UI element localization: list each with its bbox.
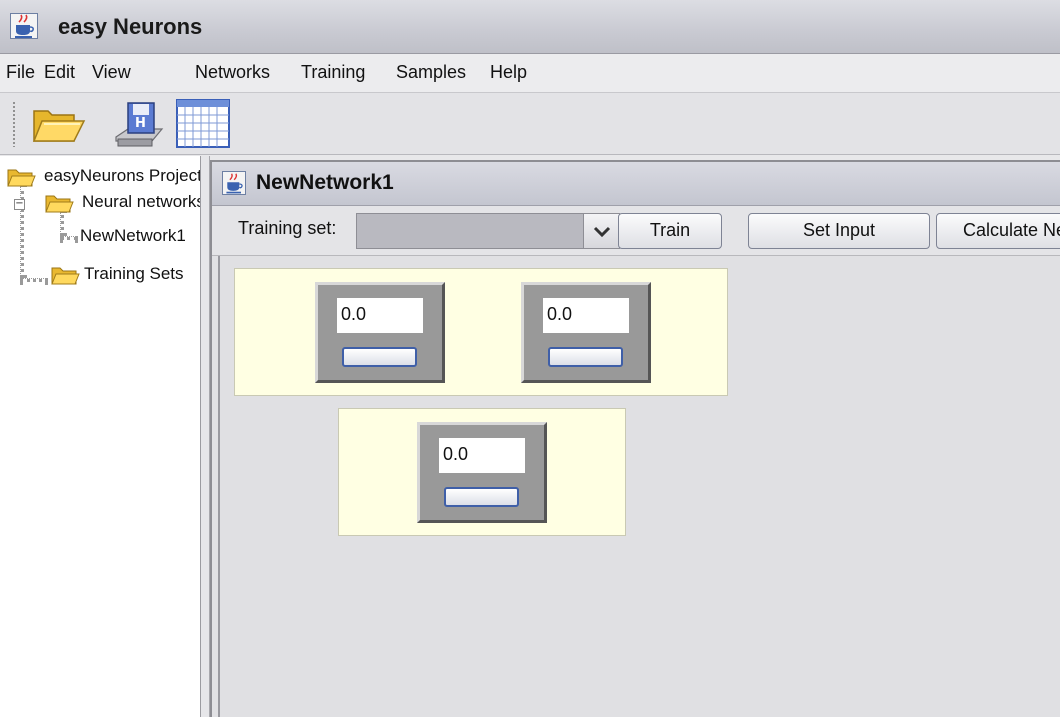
collapse-toggle-icon[interactable]: − [14, 199, 25, 210]
tree-item-label: NewNetwork1 [80, 226, 186, 245]
table-button[interactable] [174, 97, 234, 151]
network-window-title: NewNetwork1 [256, 171, 394, 194]
neuron[interactable]: 0.0 [417, 422, 547, 523]
output-layer[interactable]: 0.0 [338, 408, 626, 536]
project-tree[interactable]: easyNeurons Project − Neural networks Ne… [0, 156, 201, 717]
training-set-label: Training set: [238, 218, 337, 238]
menu-training[interactable]: Training [301, 62, 365, 83]
menu-edit[interactable]: Edit [44, 62, 75, 83]
train-button[interactable]: Train [618, 213, 722, 249]
calculate-network-button[interactable]: Calculate Network [936, 213, 1060, 249]
menu-networks[interactable]: Networks [195, 62, 270, 83]
network-window-title-bar[interactable]: NewNetwork1 [212, 162, 1060, 206]
network-window: NewNetwork1 Training set: Train Set Inpu… [210, 160, 1060, 717]
menu-samples[interactable]: Samples [396, 62, 466, 83]
toolbar-grip[interactable] [12, 101, 16, 147]
svg-text:H: H [135, 116, 146, 131]
neuron-value: 0.0 [439, 438, 525, 473]
neuron-activation-bar [548, 347, 623, 367]
folder-icon [44, 192, 74, 219]
split-pane-divider[interactable] [201, 156, 210, 717]
tree-item-label: easyNeurons Project [44, 166, 201, 185]
java-cup-icon [222, 171, 246, 195]
neuron-value: 0.0 [543, 298, 629, 333]
main-toolbar: H [0, 93, 1060, 155]
tree-item-label: Neural networks [82, 192, 201, 211]
tree-item-label: Training Sets [84, 264, 184, 283]
tree-connector [20, 278, 48, 282]
folder-icon [6, 166, 36, 193]
open-button[interactable] [28, 97, 88, 151]
tree-connector [60, 236, 78, 240]
java-cup-icon [10, 13, 38, 39]
training-set-combo[interactable] [356, 213, 620, 249]
neuron-activation-bar [342, 347, 417, 367]
menu-file[interactable]: File [6, 62, 35, 83]
neuron-activation-bar [444, 487, 519, 507]
window-title-bar[interactable]: easy Neurons [0, 0, 1060, 54]
menu-bar: File Edit View Networks Training Samples… [0, 54, 1060, 93]
menu-view[interactable]: View [92, 62, 131, 83]
chevron-down-icon[interactable] [583, 214, 619, 248]
folder-icon [50, 264, 80, 291]
neuron-value: 0.0 [337, 298, 423, 333]
network-canvas[interactable]: 0.0 0.0 0.0 [218, 256, 1060, 717]
save-button[interactable]: H [108, 97, 168, 151]
menu-help[interactable]: Help [490, 62, 527, 83]
set-input-button[interactable]: Set Input [748, 213, 930, 249]
neuron[interactable]: 0.0 [521, 282, 651, 383]
window-title: easy Neurons [58, 14, 203, 39]
network-toolbar: Training set: Train Set Input Calculate … [212, 206, 1060, 256]
input-layer[interactable]: 0.0 0.0 [234, 268, 728, 396]
neuron[interactable]: 0.0 [315, 282, 445, 383]
